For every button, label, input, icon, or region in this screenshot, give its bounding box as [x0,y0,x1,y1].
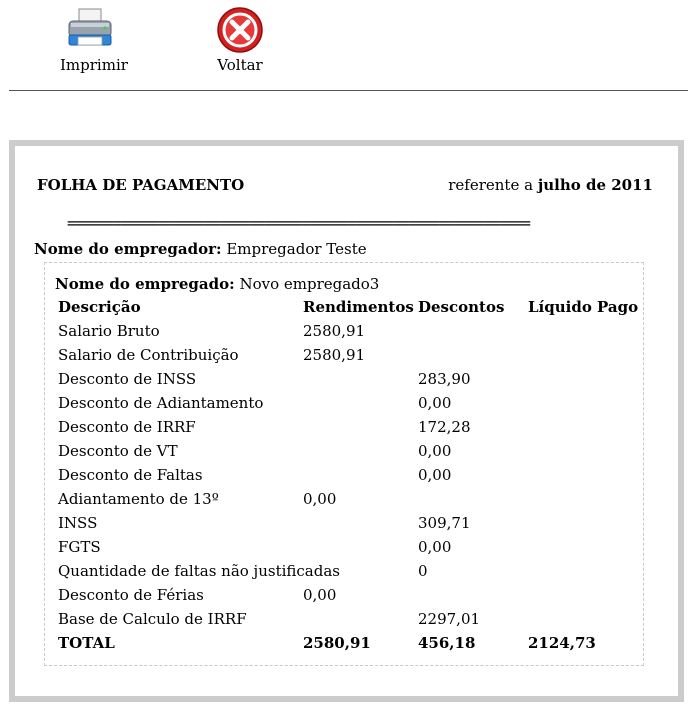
table-row: Desconto de Férias 0,00 [58,586,638,610]
table-cell: 2297,01 [418,610,481,628]
table-cell: Base de Calculo de IRRF [58,610,247,628]
employer-label: Nome do empregador: [34,240,222,258]
employee-panel: Nome do empregado: Novo empregado3 Descr… [44,262,644,666]
table-row: Desconto de IRRF 172,28 [58,418,638,442]
table-cell: Desconto de Adiantamento [58,394,264,412]
payroll-table: Descrição Rendimentos Descontos Líquido Pag… [58,298,638,658]
employee-value: Novo empregado3 [239,275,380,293]
table-cell: 172,28 [418,418,471,436]
table-cell: 0,00 [418,394,452,412]
back-label: Voltar [217,56,263,74]
table-cell: TOTAL [58,634,115,652]
table-cell: Desconto de INSS [58,370,197,388]
table-cell: 2580,91 [303,322,366,340]
table-cell: Desconto de Faltas [58,466,203,484]
table-cell: FGTS [58,538,101,556]
table-row: Salario de Contribuição 2580,91 [58,346,638,370]
table-cell: Descontos [418,298,505,316]
table-cell: 0,00 [303,586,337,604]
table-cell: Quantidade de faltas não justificadas [58,562,340,580]
table-row: INSS 309,71 [58,514,638,538]
table-cell: Rendimentos [303,298,414,316]
table-row: Salario Bruto 2580,91 [58,322,638,346]
table-cell: 2124,73 [528,634,596,652]
printer-icon [68,8,112,46]
table-row: Desconto de Adiantamento 0,00 [58,394,638,418]
employee-label: Nome do empregado: [55,275,235,293]
table-cell: 0,00 [418,442,452,460]
payroll-sheet: FOLHA DE PAGAMENTO referente a julho de … [9,140,684,702]
employer-name: Nome do empregador: Empregador Teste [34,240,367,258]
reference-period: referente a julho de 2011 [448,176,653,194]
toolbar-divider [9,90,688,91]
reference-month: julho de 2011 [537,176,653,194]
table-cell: Salario de Contribuição [58,346,239,364]
separator-rule: ========================================… [67,214,531,232]
table-cell: Desconto de VT [58,442,178,460]
table-cell: Salario Bruto [58,322,160,340]
print-label: Imprimir [60,56,128,74]
table-cell: Adiantamento de 13º [58,490,219,508]
table-cell: 0,00 [418,466,452,484]
table-cell: Desconto de Férias [58,586,204,604]
table-cell: 0 [418,562,428,580]
table-header-row: Descrição Rendimentos Descontos Líquido Pag… [58,298,638,322]
toolbar: Imprimir Voltar [0,0,688,92]
table-cell: 2580,91 [303,634,371,652]
table-row: Desconto de VT 0,00 [58,442,638,466]
print-button[interactable]: Imprimir [60,6,128,74]
table-cell: INSS [58,514,98,532]
table-cell: 456,18 [418,634,476,652]
table-row: Base de Calculo de IRRF 2297,01 [58,610,638,634]
table-cell: Líquido Pago [528,298,639,316]
table-cell: 0,00 [303,490,337,508]
table-row: Desconto de INSS 283,90 [58,370,638,394]
back-button[interactable]: Voltar [210,6,270,74]
table-row: FGTS 0,00 [58,538,638,562]
table-cell: 0,00 [418,538,452,556]
table-cell: Desconto de IRRF [58,418,196,436]
table-total-row: TOTAL 2580,91 456,18 2124,73 [58,634,638,658]
close-icon [217,7,263,53]
employee-name: Nome do empregado: Novo empregado3 [55,275,379,293]
table-cell: Descrição [58,298,141,316]
table-row: Adiantamento de 13º 0,00 [58,490,638,514]
table-cell: 309,71 [418,514,471,532]
table-cell: 283,90 [418,370,471,388]
table-row: Desconto de Faltas 0,00 [58,466,638,490]
employer-value: Empregador Teste [226,240,367,258]
reference-prefix: referente a [448,176,534,194]
table-cell: 2580,91 [303,346,366,364]
table-row: Quantidade de faltas não justificadas 0 [58,562,638,586]
sheet-title: FOLHA DE PAGAMENTO [37,176,245,194]
